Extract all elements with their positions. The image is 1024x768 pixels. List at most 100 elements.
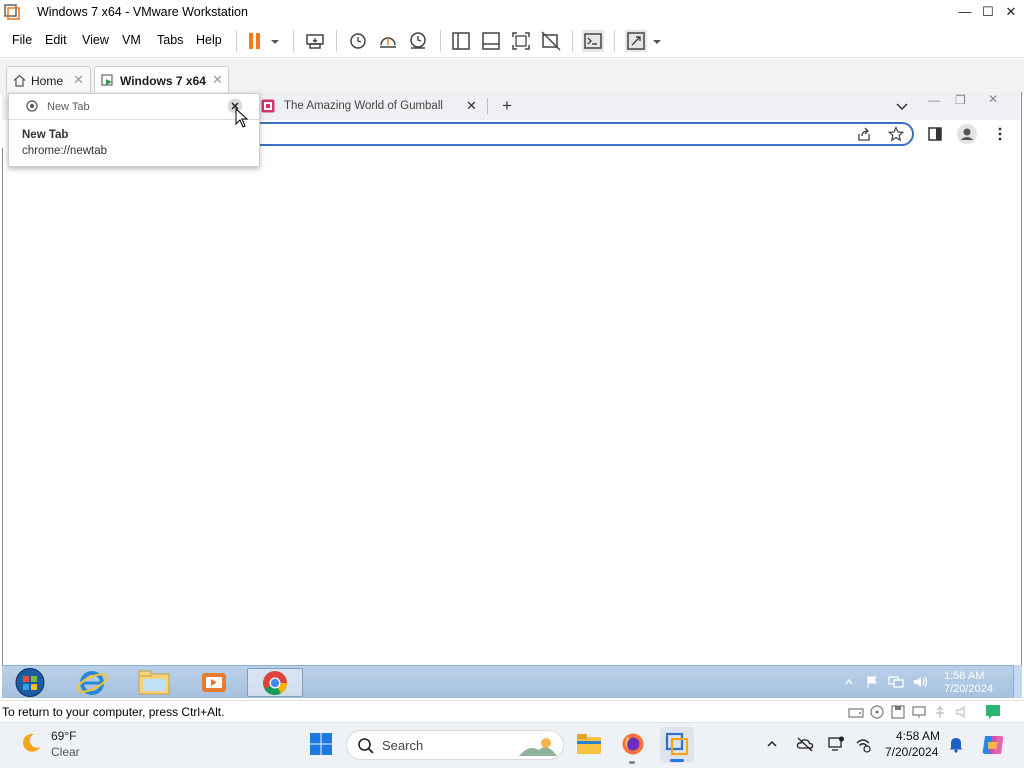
vmware-app-icon: [4, 4, 20, 20]
search-icon: [358, 738, 374, 754]
minimize-button[interactable]: —: [956, 3, 974, 21]
vmware-workstation-icon: [665, 732, 689, 756]
file-explorer-icon[interactable]: [576, 733, 602, 755]
chrome-tab-newtab[interactable]: New Tab: [9, 94, 259, 120]
hdd-status-icon[interactable]: [848, 705, 864, 719]
onedrive-offline-icon[interactable]: [796, 736, 814, 752]
tab-home-label: Home: [31, 74, 64, 88]
hover-card-title: New Tab: [22, 129, 69, 141]
chrome-tab-newtab-label: New Tab: [47, 101, 90, 113]
windows-explorer-icon[interactable]: [136, 669, 172, 696]
chrome-taskbar-button[interactable]: [247, 668, 303, 697]
menu-file[interactable]: File: [12, 33, 32, 47]
network-adapter-status-icon[interactable]: [911, 705, 927, 719]
chrome-icon: [26, 100, 38, 112]
win7-clock-time[interactable]: 1:58 AM: [944, 670, 984, 682]
chrome-tab-close-icon[interactable]: ✕: [466, 98, 477, 114]
tab-windows7-label: Windows 7 x64: [120, 74, 206, 88]
maximize-button[interactable]: ☐: [979, 3, 997, 21]
menu-edit[interactable]: Edit: [45, 33, 67, 47]
firefox-running-indicator: [629, 761, 635, 764]
toolbar-separator: [614, 30, 615, 52]
hover-card-url: chrome://newtab: [22, 145, 108, 157]
media-player-icon[interactable]: [199, 669, 229, 696]
host-clock-date[interactable]: 7/20/2024: [885, 745, 938, 759]
snapshot-manager-icon[interactable]: [407, 30, 429, 52]
snapshot-revert-icon[interactable]: [377, 30, 399, 52]
network-icon[interactable]: [888, 675, 904, 689]
weather-moon-icon[interactable]: [19, 731, 43, 755]
floppy-status-icon[interactable]: [891, 705, 905, 719]
console-view-icon[interactable]: [582, 30, 604, 52]
vmware-taskbar-button[interactable]: [660, 727, 694, 763]
show-desktop-button[interactable]: [1013, 665, 1022, 698]
send-ctrl-alt-del-icon[interactable]: [304, 30, 326, 52]
vm-guest-screen[interactable]: [2, 92, 1022, 696]
message-log-icon[interactable]: [985, 704, 1001, 720]
menu-view[interactable]: View: [82, 33, 109, 47]
bookmark-star-icon[interactable]: [888, 126, 904, 142]
volume-icon[interactable]: [912, 675, 928, 689]
tab-separator: [487, 98, 488, 114]
cd-dvd-status-icon[interactable]: [870, 705, 884, 719]
side-panel-icon[interactable]: [927, 126, 943, 142]
win7-start-orb-icon[interactable]: [11, 667, 49, 698]
tab-windows7-close-icon[interactable]: ✕: [212, 72, 223, 88]
power-dropdown-icon[interactable]: [267, 30, 283, 52]
vmware-status-bar: To return to your computer, press Ctrl+A…: [0, 700, 1024, 722]
show-hidden-icons-icon[interactable]: [766, 738, 778, 750]
pause-icon[interactable]: [244, 30, 266, 52]
vm-icon: [101, 74, 113, 86]
search-highlight-icon: [519, 738, 557, 756]
address-bar[interactable]: [230, 122, 914, 146]
display-settings-icon[interactable]: [827, 735, 845, 753]
unity-mode-icon[interactable]: [540, 30, 562, 52]
chrome-close-button[interactable]: ✕: [988, 92, 998, 106]
close-button[interactable]: ✕: [1002, 3, 1020, 21]
tab-hover-card: New Tab New Tab chrome://newtab: [8, 93, 260, 167]
action-center-flag-icon[interactable]: [865, 675, 879, 689]
toolbar-separator: [293, 30, 294, 52]
tab-windows7[interactable]: Windows 7 x64 ✕: [94, 66, 229, 94]
menu-tabs[interactable]: Tabs: [157, 33, 183, 47]
search-placeholder: Search: [382, 738, 424, 753]
stretch-dropdown-icon[interactable]: [650, 30, 664, 52]
thumbnail-bar-icon[interactable]: [480, 30, 502, 52]
menu-help[interactable]: Help: [196, 33, 222, 47]
toolbar-separator: [440, 30, 441, 52]
snapshot-take-icon[interactable]: [346, 30, 368, 52]
internet-explorer-icon[interactable]: [74, 668, 110, 697]
vmware-tab-row: Home ✕ Windows 7 x64 ✕: [0, 59, 1024, 95]
status-message: To return to your computer, press Ctrl+A…: [2, 705, 225, 719]
tab-home[interactable]: Home ✕: [6, 66, 91, 94]
network-status-icon[interactable]: [854, 735, 872, 753]
show-library-icon[interactable]: [450, 30, 472, 52]
usb-status-icon[interactable]: [933, 705, 947, 719]
notification-bell-icon[interactable]: [948, 735, 964, 753]
full-screen-icon[interactable]: [510, 30, 532, 52]
firefox-icon[interactable]: [621, 732, 645, 756]
show-hidden-icons-icon[interactable]: [844, 677, 854, 687]
vmware-title-bar: Windows 7 x64 - VMware Workstation — ☐ ✕: [0, 0, 1024, 24]
google-chrome-icon: [263, 671, 287, 696]
tab-search-chevron-icon[interactable]: [895, 100, 909, 112]
chrome-menu-icon[interactable]: [996, 126, 1004, 142]
vmware-active-indicator: [670, 759, 684, 762]
profile-avatar-icon[interactable]: [956, 123, 978, 145]
stretch-guest-icon[interactable]: [625, 30, 647, 52]
sound-status-icon[interactable]: [955, 705, 969, 719]
weather-condition[interactable]: Clear: [51, 745, 80, 759]
win7-clock-date[interactable]: 7/20/2024: [944, 683, 993, 695]
new-tab-button[interactable]: +: [502, 96, 512, 116]
menu-vm[interactable]: VM: [122, 33, 141, 47]
host-clock-time[interactable]: 4:58 AM: [896, 729, 940, 743]
tab-home-close-icon[interactable]: ✕: [73, 72, 84, 88]
weather-temperature[interactable]: 69°F: [51, 729, 76, 743]
chrome-restore-button[interactable]: ❐: [955, 93, 966, 107]
share-icon[interactable]: [856, 126, 872, 142]
copilot-icon[interactable]: [980, 732, 1006, 758]
taskbar-search-box[interactable]: Search: [346, 730, 564, 760]
chrome-minimize-button[interactable]: —: [928, 93, 940, 107]
chrome-tab-gumball-label[interactable]: The Amazing World of Gumball: [284, 100, 454, 112]
windows-start-icon[interactable]: [309, 732, 333, 756]
